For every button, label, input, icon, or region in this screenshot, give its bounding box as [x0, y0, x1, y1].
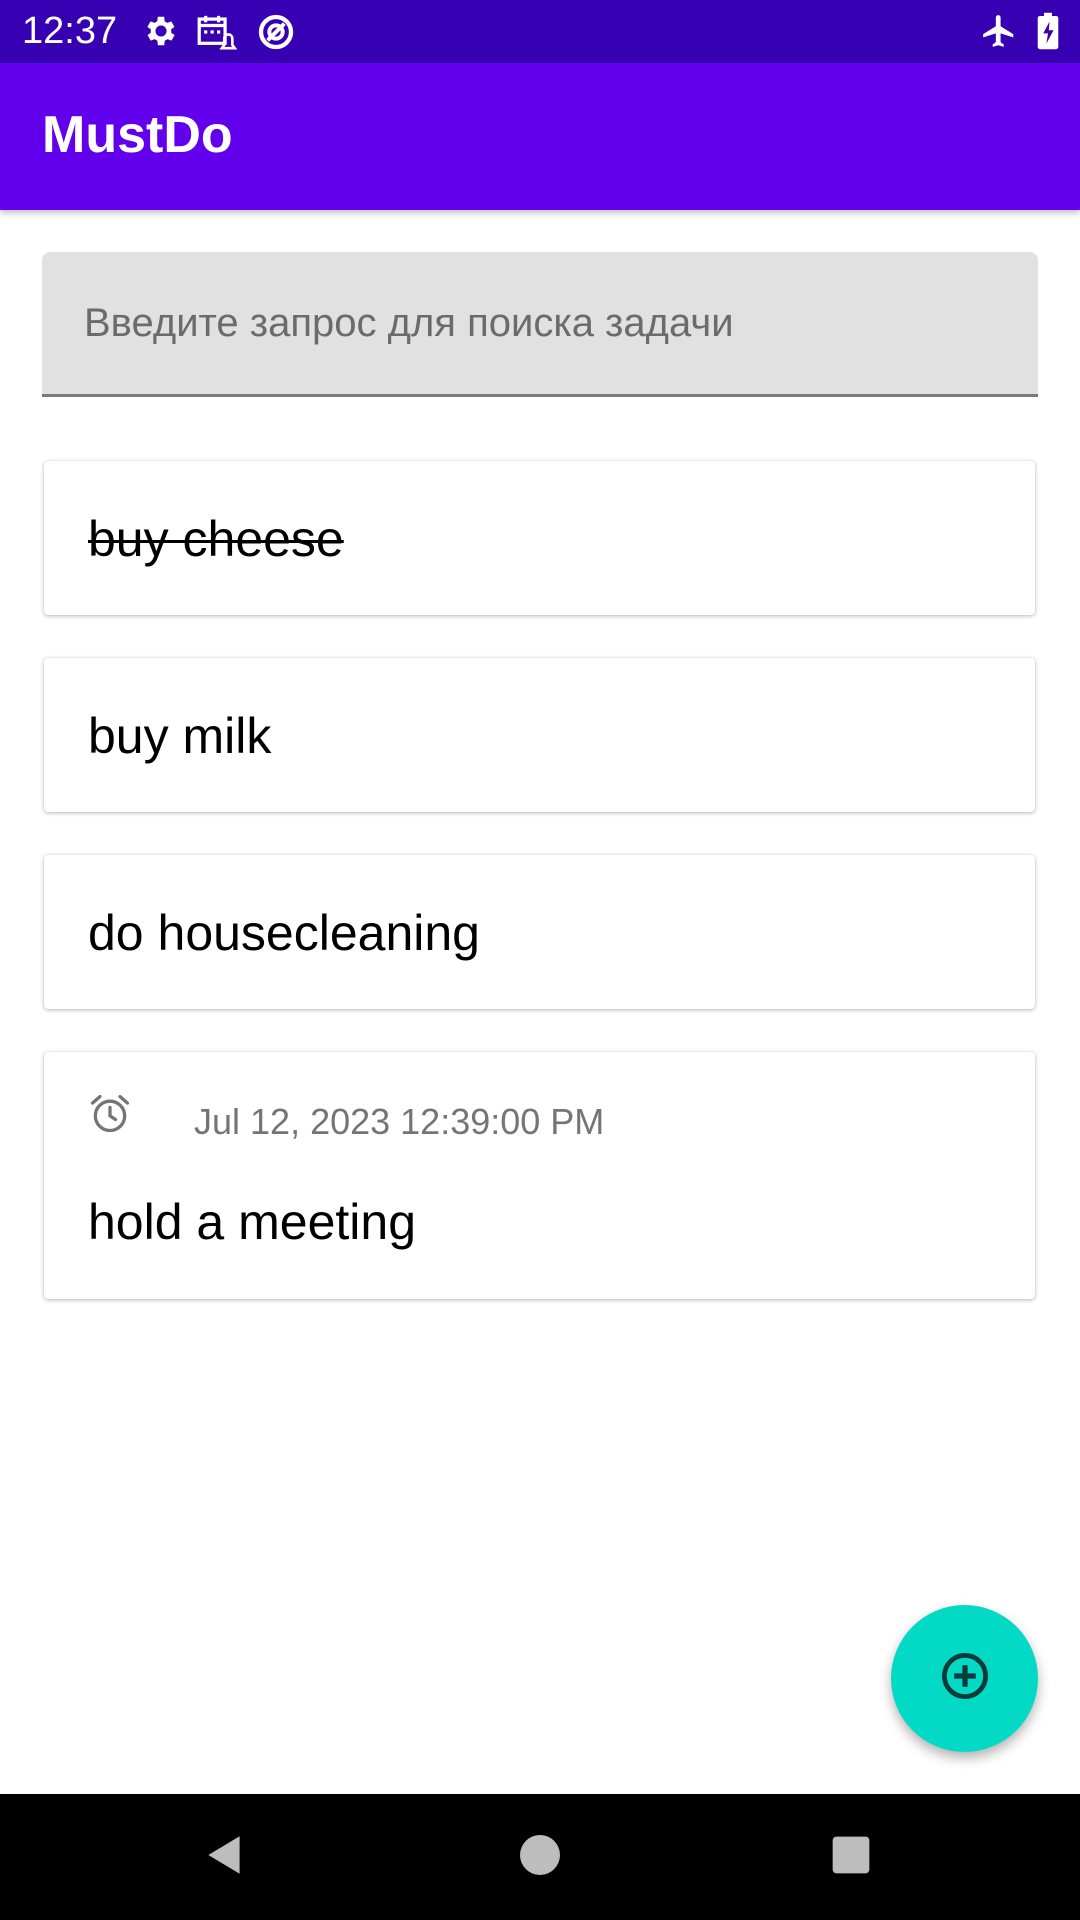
recents-square-icon	[829, 1833, 873, 1882]
status-time: 12:37	[22, 10, 118, 52]
airplane-icon	[980, 12, 1018, 50]
add-circle-icon	[939, 1650, 991, 1707]
task-text: do housecleaning	[88, 905, 480, 961]
task-text: buy cheese	[88, 511, 344, 567]
task-card[interactable]: do housecleaning	[44, 855, 1035, 1009]
calendar-alarm-icon	[196, 12, 238, 52]
app-bar: MustDo	[0, 63, 1080, 210]
task-text: buy milk	[88, 708, 272, 764]
task-card[interactable]: buy cheese	[44, 461, 1035, 615]
settings-gear-icon	[142, 12, 180, 50]
search-field[interactable]	[42, 252, 1038, 397]
home-circle-icon	[516, 1831, 564, 1884]
back-button[interactable]	[192, 1824, 258, 1890]
app-title: MustDo	[42, 106, 233, 164]
reminder-datetime: Jul 12, 2023 12:39:00 PM	[194, 1101, 605, 1142]
alarm-clock-icon	[88, 1092, 132, 1141]
task-text: hold a meeting	[88, 1194, 417, 1250]
recents-button[interactable]	[818, 1824, 884, 1890]
status-bar: 12:37	[0, 0, 1080, 63]
data-saver-icon	[256, 12, 296, 52]
task-card[interactable]: Jul 12, 2023 12:39:00 PM hold a meeting	[44, 1052, 1035, 1299]
battery-charging-icon	[1036, 12, 1060, 50]
search-input[interactable]	[42, 252, 1038, 394]
navigation-bar	[0, 1794, 1080, 1920]
add-task-button[interactable]	[891, 1605, 1038, 1752]
home-button[interactable]	[507, 1824, 573, 1890]
back-triangle-icon	[200, 1829, 250, 1886]
task-card[interactable]: buy milk	[44, 658, 1035, 812]
